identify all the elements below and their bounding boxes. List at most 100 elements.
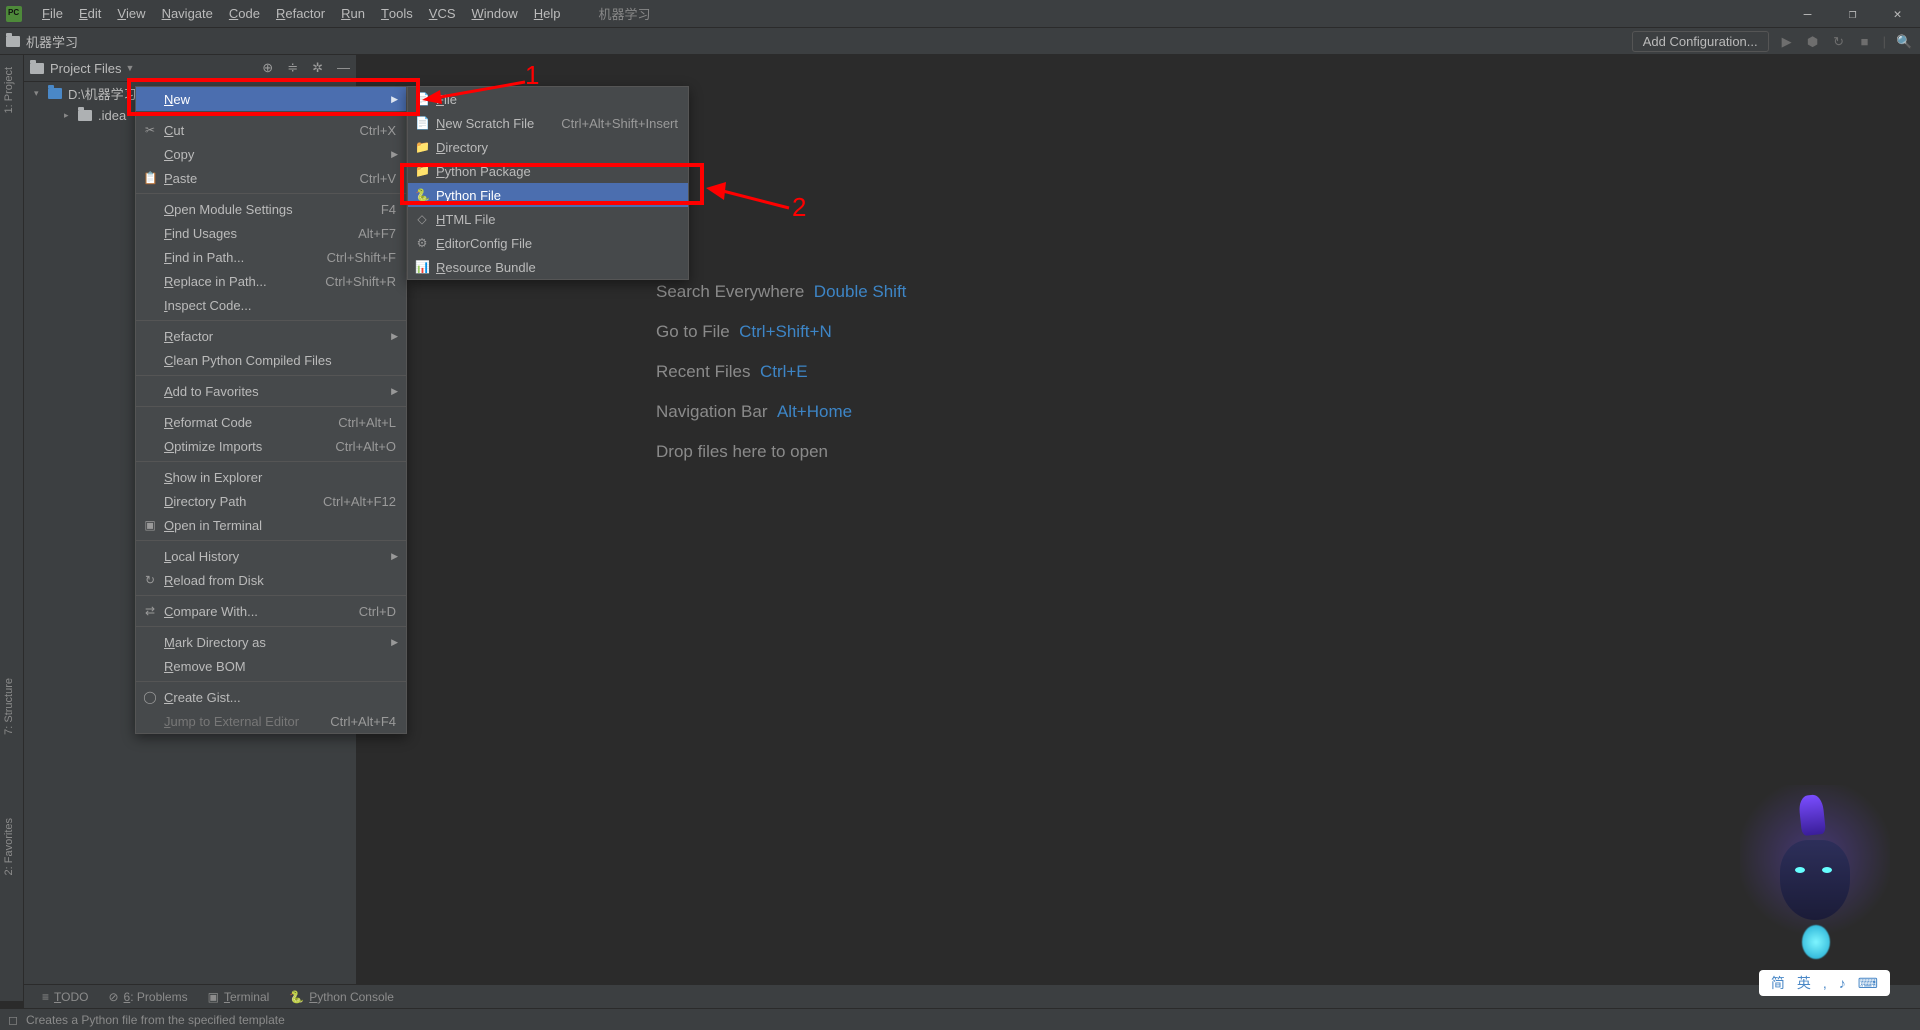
menu-item-python-package[interactable]: 📁Python Package: [408, 159, 688, 183]
menu-item-reload-from-disk[interactable]: ↻Reload from Disk: [136, 568, 406, 592]
app-icon: [6, 6, 22, 22]
run-with-coverage-icon[interactable]: ↻: [1831, 34, 1847, 50]
menu-item-directory-path[interactable]: Directory PathCtrl+Alt+F12: [136, 489, 406, 513]
run-icon[interactable]: ▶: [1779, 34, 1795, 50]
menu-item-find-in-path-[interactable]: Find in Path...Ctrl+Shift+F: [136, 245, 406, 269]
project-files-dropdown[interactable]: Project Files: [50, 61, 122, 76]
menu-window[interactable]: Window: [464, 6, 526, 21]
menu-item-icon: 📄: [415, 92, 429, 106]
stop-icon[interactable]: ■: [1857, 34, 1873, 49]
bottom-tab-terminal[interactable]: ▣Terminal: [208, 990, 270, 1004]
search-icon[interactable]: 🔍: [1896, 34, 1912, 50]
menu-item-paste[interactable]: 📋PasteCtrl+V: [136, 166, 406, 190]
chevron-right-icon: ▶: [391, 551, 398, 562]
menu-item-open-module-settings[interactable]: Open Module SettingsF4: [136, 197, 406, 221]
menu-item-icon: 📊: [415, 260, 429, 274]
menu-item-file[interactable]: 📄File: [408, 87, 688, 111]
menu-item-python-file[interactable]: 🐍Python File: [408, 183, 688, 207]
menu-file[interactable]: File: [34, 6, 71, 21]
menu-item-shortcut: Ctrl+Alt+O: [335, 439, 396, 454]
menu-run[interactable]: Run: [333, 6, 373, 21]
menu-item-label: Add to Favorites: [164, 384, 259, 399]
menu-item-label: Replace in Path...: [164, 274, 267, 289]
tree-root-label: D:\机器学习: [68, 84, 137, 103]
maximize-button[interactable]: ❐: [1830, 0, 1875, 28]
tab-icon: ⊘: [108, 990, 118, 1004]
menu-item-refactor[interactable]: Refactor▶: [136, 324, 406, 348]
gutter-project[interactable]: 1: Project: [3, 61, 15, 119]
tab-icon: ≡: [42, 990, 49, 1004]
chevron-down-icon[interactable]: ▾: [34, 88, 44, 99]
settings-icon[interactable]: ✲: [312, 60, 323, 76]
bottom-tab-python-console[interactable]: 🐍Python Console: [289, 990, 394, 1004]
menu-item-replace-in-path-[interactable]: Replace in Path...Ctrl+Shift+R: [136, 269, 406, 293]
menu-item-icon: 📄: [415, 116, 429, 130]
menu-navigate[interactable]: Navigate: [154, 6, 221, 21]
menu-help[interactable]: Help: [526, 6, 569, 21]
menu-item-add-to-favorites[interactable]: Add to Favorites▶: [136, 379, 406, 403]
menu-item-icon: ◯: [143, 690, 157, 704]
folder-icon: [6, 36, 20, 47]
menu-item-editorconfig-file[interactable]: ⚙EditorConfig File: [408, 231, 688, 255]
menu-edit[interactable]: Edit: [71, 6, 109, 21]
breadcrumb[interactable]: 机器学习: [26, 32, 78, 51]
left-gutter: 1: Project 7: Structure 2: Favorites: [0, 55, 24, 1001]
ime-item[interactable]: ,: [1823, 975, 1827, 991]
ime-item[interactable]: 英: [1797, 973, 1811, 993]
minimize-button[interactable]: —: [1785, 0, 1830, 28]
menu-item-optimize-imports[interactable]: Optimize ImportsCtrl+Alt+O: [136, 434, 406, 458]
menu-item-show-in-explorer[interactable]: Show in Explorer: [136, 465, 406, 489]
menu-item-remove-bom[interactable]: Remove BOM: [136, 654, 406, 678]
menu-item-new[interactable]: New▶: [136, 87, 406, 111]
chevron-right-icon[interactable]: ▸: [64, 110, 74, 121]
menu-item-shortcut: Ctrl+Alt+L: [338, 415, 396, 430]
add-configuration-button[interactable]: Add Configuration...: [1632, 31, 1769, 52]
hide-icon[interactable]: —: [337, 60, 350, 76]
menu-item-label: Find in Path...: [164, 250, 244, 265]
menu-item-mark-directory-as[interactable]: Mark Directory as▶: [136, 630, 406, 654]
gutter-structure[interactable]: 7: Structure: [3, 672, 15, 741]
expand-icon[interactable]: ≑: [287, 60, 298, 76]
menu-item-label: Clean Python Compiled Files: [164, 353, 332, 368]
menu-item-local-history[interactable]: Local History▶: [136, 544, 406, 568]
menu-item-clean-python-compiled-files[interactable]: Clean Python Compiled Files: [136, 348, 406, 372]
menu-vcs[interactable]: VCS: [421, 6, 464, 21]
ime-toolbar[interactable]: 简英, ♪ ⌨: [1759, 970, 1890, 996]
menu-view[interactable]: View: [109, 6, 153, 21]
menu-item-label: Compare With...: [164, 604, 258, 619]
tab-icon: ▣: [208, 990, 219, 1004]
menu-item-new-scratch-file[interactable]: 📄New Scratch FileCtrl+Alt+Shift+Insert: [408, 111, 688, 135]
chevron-right-icon: ▶: [391, 149, 398, 160]
status-square-icon[interactable]: ◻: [8, 1013, 18, 1027]
menu-item-open-in-terminal[interactable]: ▣Open in Terminal: [136, 513, 406, 537]
menu-item-resource-bundle[interactable]: 📊Resource Bundle: [408, 255, 688, 279]
menu-item-reformat-code[interactable]: Reformat CodeCtrl+Alt+L: [136, 410, 406, 434]
menu-bar: FileEditViewNavigateCodeRefactorRunTools…: [0, 0, 1920, 28]
menu-item-label: Create Gist...: [164, 690, 241, 705]
menu-item-label: New Scratch File: [436, 116, 534, 131]
bottom-tab-todo[interactable]: ≡TODO: [42, 990, 88, 1004]
ime-item[interactable]: ♪: [1839, 975, 1846, 991]
gutter-favorites[interactable]: 2: Favorites: [3, 812, 15, 881]
bottom-tab-6-problems[interactable]: ⊘6: Problems: [108, 990, 187, 1004]
menu-item-html-file[interactable]: ◇HTML File: [408, 207, 688, 231]
debug-icon[interactable]: ⬢: [1805, 34, 1821, 50]
close-button[interactable]: ✕: [1875, 0, 1920, 28]
menu-item-inspect-code-[interactable]: Inspect Code...: [136, 293, 406, 317]
menu-tools[interactable]: Tools: [373, 6, 421, 21]
menu-code[interactable]: Code: [221, 6, 268, 21]
menu-item-create-gist-[interactable]: ◯ Create Gist...: [136, 685, 406, 709]
menu-refactor[interactable]: Refactor: [268, 6, 333, 21]
menu-item-find-usages[interactable]: Find UsagesAlt+F7: [136, 221, 406, 245]
menu-item-directory[interactable]: 📁Directory: [408, 135, 688, 159]
menu-item-copy[interactable]: Copy▶: [136, 142, 406, 166]
menu-item-compare-with-[interactable]: ⇄Compare With...Ctrl+D: [136, 599, 406, 623]
menu-item-cut[interactable]: ✂CutCtrl+X: [136, 118, 406, 142]
locate-icon[interactable]: ⊕: [262, 60, 273, 76]
ime-item[interactable]: 简: [1771, 973, 1785, 993]
annotation-number-2: 2: [792, 192, 806, 223]
chevron-down-icon[interactable]: ▼: [126, 63, 135, 73]
menu-item-label: Refactor: [164, 329, 213, 344]
menu-item-label: Paste: [164, 171, 197, 186]
ime-item[interactable]: ⌨: [1858, 975, 1878, 992]
